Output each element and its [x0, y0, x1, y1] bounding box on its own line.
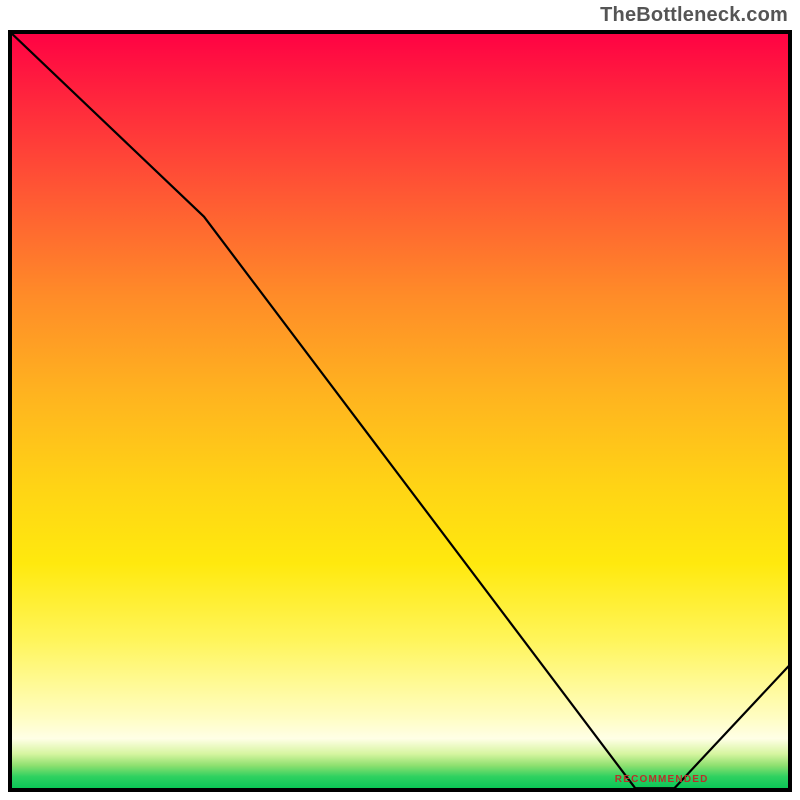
chart-line-layer [8, 30, 792, 792]
bottleneck-curve [8, 30, 792, 788]
recommended-label: RECOMMENDED [615, 774, 709, 785]
chart-area: RECOMMENDED [8, 30, 792, 792]
watermark-text: TheBottleneck.com [600, 4, 788, 27]
